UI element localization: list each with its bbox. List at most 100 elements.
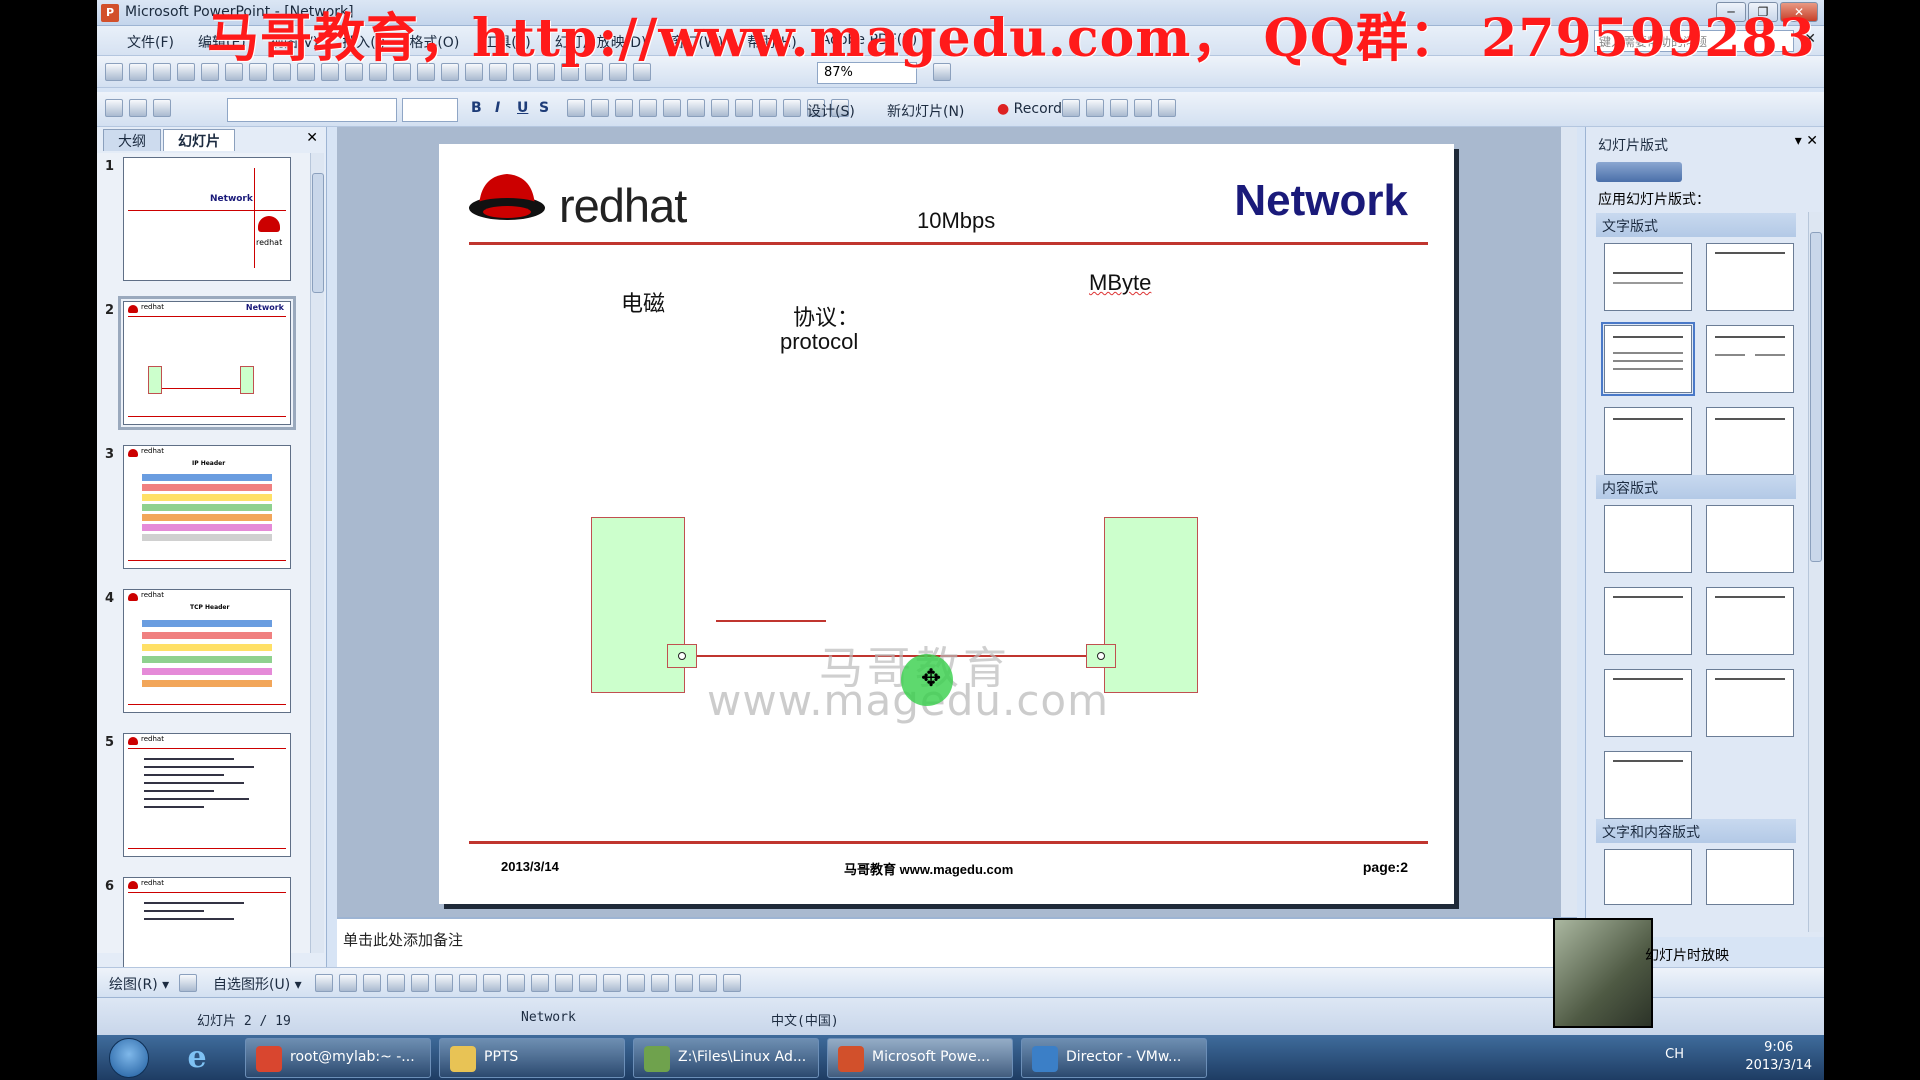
protocol-label[interactable]: 协议： <box>793 300 859 332</box>
new-slide-button[interactable]: 新幻灯片(N) <box>887 101 964 121</box>
record-button[interactable]: ● Record <box>997 101 1062 117</box>
unit-text[interactable]: MByte <box>1089 270 1151 296</box>
bullets-icon[interactable] <box>711 99 729 117</box>
layout-title-content[interactable] <box>1604 587 1692 655</box>
taskpane-scrollbar[interactable] <box>1808 212 1822 932</box>
permission-icon[interactable] <box>177 63 195 81</box>
protocol-word[interactable]: protocol <box>780 329 858 355</box>
align-right-icon[interactable] <box>615 99 633 117</box>
slide-thumbnail-2[interactable]: redhat Network <box>118 296 296 430</box>
numbering-icon[interactable] <box>687 99 705 117</box>
speed-text[interactable]: 10Mbps <box>917 208 995 234</box>
panel-close-icon[interactable]: ✕ <box>306 130 318 146</box>
slide-thumbnail-5[interactable]: redhat <box>123 733 291 857</box>
shadow-button[interactable]: S <box>539 100 549 116</box>
rectangle-icon[interactable] <box>363 974 381 992</box>
decrease-indent-icon[interactable] <box>783 99 801 117</box>
font-name-select[interactable] <box>227 98 397 122</box>
layout-title-text[interactable] <box>1601 322 1695 396</box>
tab-slides[interactable]: 幻灯片 <box>163 129 235 151</box>
pdf-convert-icon[interactable] <box>105 99 123 117</box>
increase-font-icon[interactable] <box>735 99 753 117</box>
right-host-box[interactable] <box>1104 517 1198 693</box>
layout-content[interactable] <box>1706 505 1794 573</box>
wordart-icon[interactable] <box>459 974 477 992</box>
shadow-icon[interactable] <box>699 974 717 992</box>
notes-pane[interactable]: 单击此处添加备注 <box>337 917 1577 967</box>
taskpane-close-icon[interactable]: ▾ ✕ <box>1795 133 1818 149</box>
select-pointer-icon[interactable] <box>179 974 197 992</box>
layout-two-column-text[interactable] <box>1706 325 1794 393</box>
layout-text-content-a[interactable] <box>1604 849 1692 905</box>
distribute-icon[interactable] <box>639 99 657 117</box>
decrease-font-icon[interactable] <box>759 99 777 117</box>
layout-title-only[interactable] <box>1706 243 1794 311</box>
menu-file[interactable]: 文件(F) <box>127 32 174 52</box>
slide-thumbnail-4[interactable]: redhat TCP Header <box>123 589 291 713</box>
layout-vertical-text[interactable] <box>1604 407 1692 475</box>
slide-thumbnail-1[interactable]: Network redhat <box>123 157 291 281</box>
clipart-icon[interactable] <box>507 974 525 992</box>
bold-button[interactable]: B <box>471 100 482 116</box>
task-terminal[interactable]: root@mylab:~ -... <box>245 1038 431 1078</box>
task-powerpoint[interactable]: Microsoft Powe... <box>827 1038 1013 1078</box>
recorder-pen-icon[interactable] <box>1062 99 1080 117</box>
slide-scrollbar[interactable] <box>1561 127 1577 917</box>
font-color-icon[interactable] <box>603 974 621 992</box>
diagram-icon[interactable] <box>483 974 501 992</box>
font-size-select[interactable] <box>402 98 458 122</box>
start-button[interactable] <box>109 1038 149 1078</box>
new-icon[interactable] <box>105 63 123 81</box>
draw-menu-button[interactable]: 绘图(R) ▾ <box>109 974 169 994</box>
taskpane-nav-buttons[interactable] <box>1596 162 1682 182</box>
thumbnail-scrollbar[interactable] <box>310 153 324 953</box>
line-color-icon[interactable] <box>579 974 597 992</box>
recorder-print-icon[interactable] <box>1086 99 1104 117</box>
vertical-textbox-icon[interactable] <box>435 974 453 992</box>
tab-outline[interactable]: 大纲 <box>103 129 161 151</box>
picture-icon[interactable] <box>531 974 549 992</box>
internet-explorer-icon[interactable]: e <box>179 1040 215 1076</box>
slide-thumbnail-3[interactable]: redhat IP Header <box>123 445 291 569</box>
fill-color-icon[interactable] <box>555 974 573 992</box>
layout-text-content-b[interactable] <box>1706 849 1794 905</box>
pdf-email-icon[interactable] <box>129 99 147 117</box>
oval-icon[interactable] <box>387 974 405 992</box>
columns-icon[interactable] <box>663 99 681 117</box>
underline-button[interactable]: U <box>517 100 528 116</box>
layout-title-slide[interactable] <box>1604 243 1692 311</box>
layout-content-grid-b[interactable] <box>1706 669 1794 737</box>
left-port[interactable] <box>667 644 697 668</box>
arrow-icon[interactable] <box>339 974 357 992</box>
textbox-icon[interactable] <box>411 974 429 992</box>
em-text[interactable]: 电磁 <box>621 286 665 318</box>
task-ppts-folder[interactable]: PPTS <box>439 1038 625 1078</box>
line-style-icon[interactable] <box>627 974 645 992</box>
layout-four-content[interactable] <box>1604 751 1692 819</box>
layout-title-two-content[interactable] <box>1706 587 1794 655</box>
task-vmware[interactable]: Director - VMw... <box>1021 1038 1207 1078</box>
save-icon[interactable] <box>153 63 171 81</box>
pdf-review-icon[interactable] <box>153 99 171 117</box>
show-on-insert-option[interactable]: 幻灯片时放映 <box>1645 945 1729 965</box>
slide-title[interactable]: Network <box>1234 176 1408 226</box>
align-left-icon[interactable] <box>567 99 585 117</box>
input-method-indicator[interactable]: CH <box>1665 1047 1684 1062</box>
3d-icon[interactable] <box>723 974 741 992</box>
system-clock[interactable]: 9:06 2013/3/14 <box>1745 1039 1812 1075</box>
open-icon[interactable] <box>129 63 147 81</box>
current-slide[interactable]: redhat Network 10Mbps 电磁 协议： protocol MB… <box>439 144 1454 904</box>
align-center-icon[interactable] <box>591 99 609 117</box>
dash-style-icon[interactable] <box>651 974 669 992</box>
layout-vertical-title-text[interactable] <box>1706 407 1794 475</box>
line-icon[interactable] <box>315 974 333 992</box>
italic-button[interactable]: I <box>495 100 500 116</box>
layout-content-grid-a[interactable] <box>1604 669 1692 737</box>
arrow-style-icon[interactable] <box>675 974 693 992</box>
recorder-help-icon[interactable] <box>1158 99 1176 117</box>
right-port[interactable] <box>1086 644 1116 668</box>
recorder-export-icon[interactable] <box>1134 99 1152 117</box>
autoshapes-button[interactable]: 自选图形(U) ▾ <box>213 974 302 994</box>
signal-line[interactable] <box>716 620 826 622</box>
design-button[interactable]: 设计(S) <box>807 101 855 121</box>
